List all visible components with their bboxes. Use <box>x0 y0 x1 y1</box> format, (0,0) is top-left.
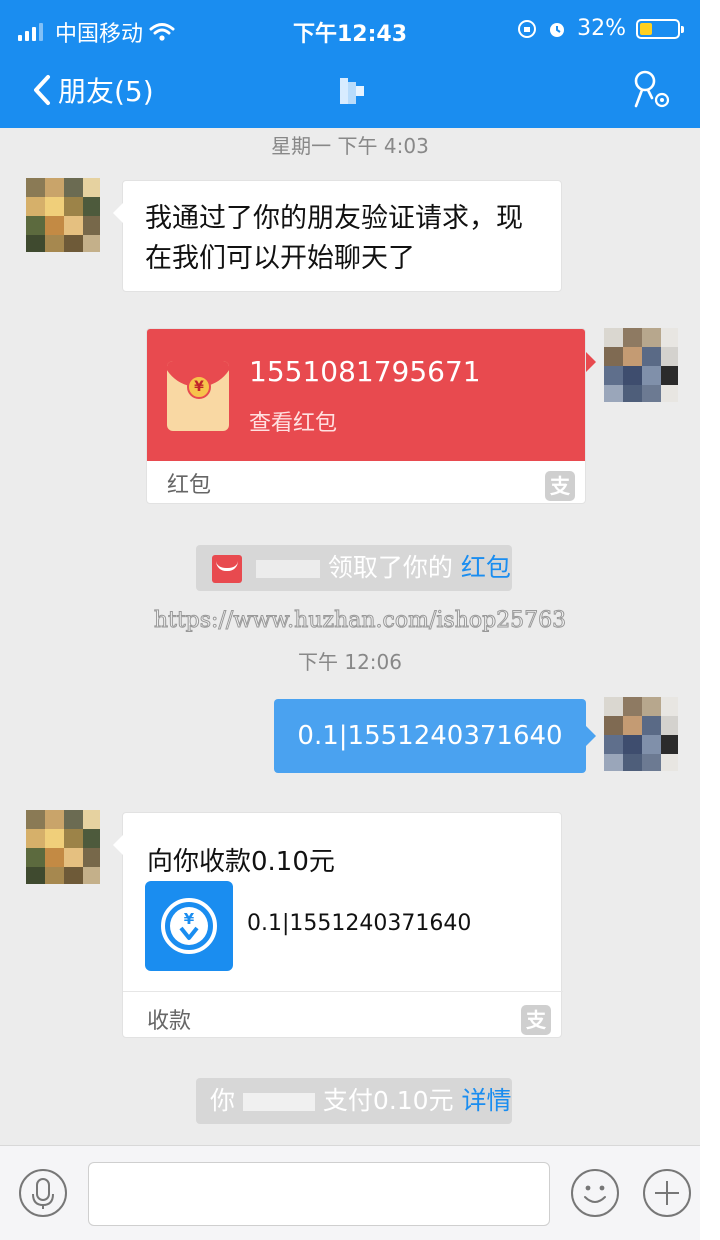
redacted-name <box>242 1093 315 1111</box>
payment-details-link[interactable]: 详情 <box>462 1086 512 1115</box>
input-bar <box>0 1145 700 1240</box>
status-bar: 中国移动 下午12:43 32% <box>0 14 700 48</box>
voice-button[interactable] <box>18 1168 68 1222</box>
red-packet-link[interactable]: 红包 <box>461 553 511 582</box>
microphone-icon <box>19 1169 67 1217</box>
bubble-tail <box>586 352 596 372</box>
red-envelope-icon: ¥ <box>167 361 229 431</box>
watermark: https://www.huzhan.com/ishop25763 <box>153 608 567 634</box>
bubble-tail <box>586 726 596 746</box>
redacted-name <box>255 560 320 578</box>
back-label: 朋友(5) <box>58 75 154 108</box>
chevron-left-icon <box>34 75 50 105</box>
payment-text: 支付0.10元 <box>322 1086 454 1115</box>
red-packet-small-icon <box>212 555 242 583</box>
timestamp: 星期一 下午 4:03 <box>271 134 429 158</box>
alipay-logo-icon: 支 <box>545 471 575 501</box>
orientation-lock-icon <box>518 19 537 38</box>
my-avatar[interactable] <box>604 328 678 402</box>
red-packet-number: 1551081795671 <box>249 355 481 388</box>
friend-avatar[interactable] <box>26 178 100 252</box>
emoji-button[interactable] <box>570 1168 620 1222</box>
system-message-text: 领取了你的 <box>327 553 453 582</box>
more-button[interactable] <box>642 1168 692 1222</box>
battery-icon <box>636 18 684 39</box>
alarm-icon <box>550 22 565 37</box>
friend-message-text: 我通过了你的朋友验证请求，现在我们可以开始聊天了 <box>145 203 523 274</box>
collect-value: 0.1|1551240371640 <box>247 911 472 936</box>
collect-title: 向你收款0.10元 <box>147 847 335 877</box>
profile-settings-icon <box>634 70 670 108</box>
card-divider <box>123 991 563 992</box>
collect-money-icon: ¥ <box>145 881 233 971</box>
sent-message-text: 0.1|1551240371640 <box>297 721 563 751</box>
svg-text:¥: ¥ <box>184 910 195 928</box>
red-packet-card[interactable]: ¥ 1551081795671 查看红包 红包 支 <box>146 328 586 504</box>
payment-prefix: 你 <box>210 1086 236 1115</box>
message-input[interactable] <box>88 1162 550 1226</box>
top-bar: 中国移动 下午12:43 32% 朋友(5) <box>0 0 700 128</box>
chat-settings-button[interactable] <box>628 68 674 116</box>
red-packet-action: 查看红包 <box>249 411 338 436</box>
friend-avatar[interactable] <box>26 810 100 884</box>
smiley-icon <box>571 1169 619 1217</box>
plus-icon <box>643 1169 691 1217</box>
friend-message-bubble[interactable]: 我通过了你的朋友验证请求，现在我们可以开始聊天了 <box>113 180 562 292</box>
back-button[interactable]: 朋友(5) <box>32 70 154 110</box>
collect-footer: 收款 <box>147 1009 192 1034</box>
chat-title-redacted <box>340 78 366 104</box>
collect-money-card[interactable]: 向你收款0.10元 ¥ 0.1|1551240371640 收款 支 <box>113 812 563 1038</box>
red-packet-footer: 红包 <box>167 473 212 498</box>
system-message-payment: 你 支付0.10元 详情 <box>196 1078 512 1124</box>
timestamp: 下午 12:06 <box>298 650 402 674</box>
sent-message-bubble[interactable]: 0.1|1551240371640 <box>274 699 586 773</box>
alipay-logo-icon: 支 <box>521 1005 551 1035</box>
navigation-bar: 朋友(5) <box>0 60 700 120</box>
my-avatar[interactable] <box>604 697 678 771</box>
system-message-red-packet: 领取了你的 红包 <box>196 545 512 591</box>
battery-percent: 32% <box>577 16 626 41</box>
